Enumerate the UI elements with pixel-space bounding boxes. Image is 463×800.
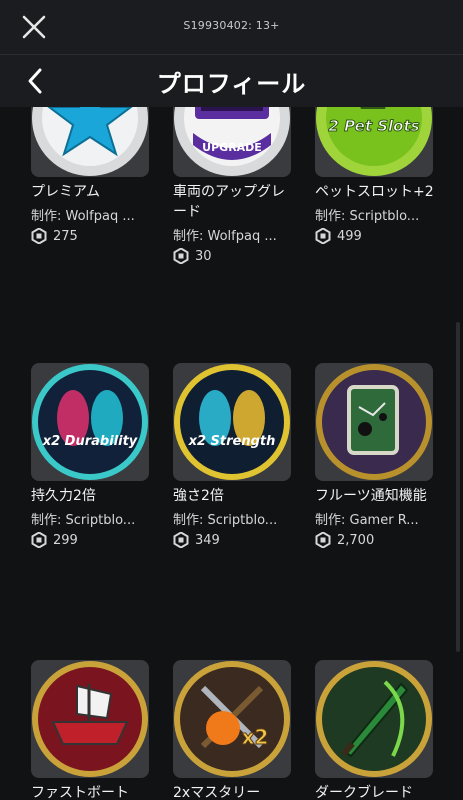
price-value: 499: [337, 228, 362, 244]
item-thumbnail: [315, 660, 433, 778]
item-name: フルーツ通知機能: [315, 488, 427, 504]
item-thumbnail: [31, 660, 149, 778]
item-name: ダークブレード: [315, 785, 413, 800]
item-name: 2xマスタリー: [173, 785, 261, 800]
price-value: 349: [195, 532, 220, 548]
svg-text:x2: x2: [242, 725, 269, 749]
item-price: 30: [173, 247, 293, 265]
fast-boat-badge-icon: [32, 661, 148, 777]
svg-text:x2 Durability: x2 Durability: [42, 434, 138, 449]
item-card-pet-slots[interactable]: 2 Pet Slots ペットスロット+2 制作: Scriptblo... 4…: [315, 107, 435, 245]
item-thumbnail: UPGRADE: [173, 107, 291, 177]
item-creator[interactable]: 制作: Scriptblo...: [315, 205, 433, 224]
item-creator[interactable]: 制作: Scriptblo...: [173, 509, 291, 528]
item-price: 349: [173, 531, 293, 549]
price-value: 275: [53, 228, 78, 244]
upgrade-badge-icon: UPGRADE: [174, 107, 290, 176]
item-price: 299: [31, 531, 151, 549]
item-list[interactable]: プレミアム 制作: Wolfpaq ... 275 UPGRADE 車両のアップ…: [0, 107, 463, 800]
item-creator[interactable]: 制作: Wolfpaq ...: [31, 205, 149, 224]
price-value: 30: [195, 248, 212, 264]
top-bar: S19930402: 13+: [0, 0, 463, 55]
item-creator[interactable]: 制作: Gamer R...: [315, 509, 433, 528]
item-name: プレミアム: [31, 184, 101, 200]
item-thumbnail: 2 Pet Slots: [315, 107, 433, 177]
item-thumbnail: x2: [173, 660, 291, 778]
item-card-x2-durability[interactable]: x2 Durability 持久力2倍 制作: Scriptblo... 299: [31, 363, 151, 549]
robux-icon: [31, 227, 47, 245]
x2-durability-badge-icon: x2 Durability: [32, 364, 148, 480]
svg-text:x2 Strength: x2 Strength: [188, 434, 276, 449]
x2-strength-badge-icon: x2 Strength: [174, 364, 290, 480]
price-value: 299: [53, 532, 78, 548]
item-price: 2,700: [315, 531, 435, 549]
svg-text:UPGRADE: UPGRADE: [202, 141, 262, 154]
pet-slots-badge-icon: 2 Pet Slots: [316, 107, 432, 176]
price-value: 2,700: [337, 532, 375, 548]
item-name: 強さ2倍: [173, 488, 224, 504]
item-thumbnail: [315, 363, 433, 481]
robux-icon: [173, 531, 189, 549]
item-thumbnail: x2 Durability: [31, 363, 149, 481]
robux-icon: [315, 531, 331, 549]
fruit-notifier-badge-icon: [316, 364, 432, 480]
item-price: 275: [31, 227, 151, 245]
item-creator[interactable]: 制作: Wolfpaq ...: [173, 225, 291, 244]
item-thumbnail: [31, 107, 149, 177]
session-label: S19930402: 13+: [183, 19, 280, 32]
item-creator[interactable]: 制作: Scriptblo...: [31, 509, 149, 528]
item-name: ファストボート: [31, 785, 129, 800]
star-badge-icon: [32, 107, 148, 176]
item-name: 車両のアップグレード: [173, 184, 285, 220]
robux-icon: [31, 531, 47, 549]
svg-text:2 Pet Slots: 2 Pet Slots: [328, 117, 419, 135]
robux-icon: [173, 247, 189, 265]
item-name: ペットスロット+2: [315, 184, 434, 200]
page-header: プロフィール: [0, 55, 463, 107]
dark-blade-badge-icon: [316, 661, 432, 777]
item-card-x2-mastery[interactable]: x2 2xマスタリー: [173, 660, 293, 800]
item-card-dark-blade[interactable]: ダークブレード: [315, 660, 435, 800]
robux-icon: [315, 227, 331, 245]
item-card-fast-boat[interactable]: ファストボート: [31, 660, 151, 800]
scrollbar[interactable]: [456, 322, 460, 652]
item-card-vehicle-upgrade[interactable]: UPGRADE 車両のアップグレード 制作: Wolfpaq ... 30: [173, 107, 293, 265]
item-card-x2-strength[interactable]: x2 Strength 強さ2倍 制作: Scriptblo... 349: [173, 363, 293, 549]
item-thumbnail: x2 Strength: [173, 363, 291, 481]
x2-mastery-badge-icon: x2: [174, 661, 290, 777]
item-name: 持久力2倍: [31, 488, 96, 504]
item-price: 499: [315, 227, 435, 245]
item-card-premium[interactable]: プレミアム 制作: Wolfpaq ... 275: [31, 107, 151, 245]
page-title: プロフィール: [156, 70, 307, 98]
item-card-fruit-notifier[interactable]: フルーツ通知機能 制作: Gamer R... 2,700: [315, 363, 435, 549]
